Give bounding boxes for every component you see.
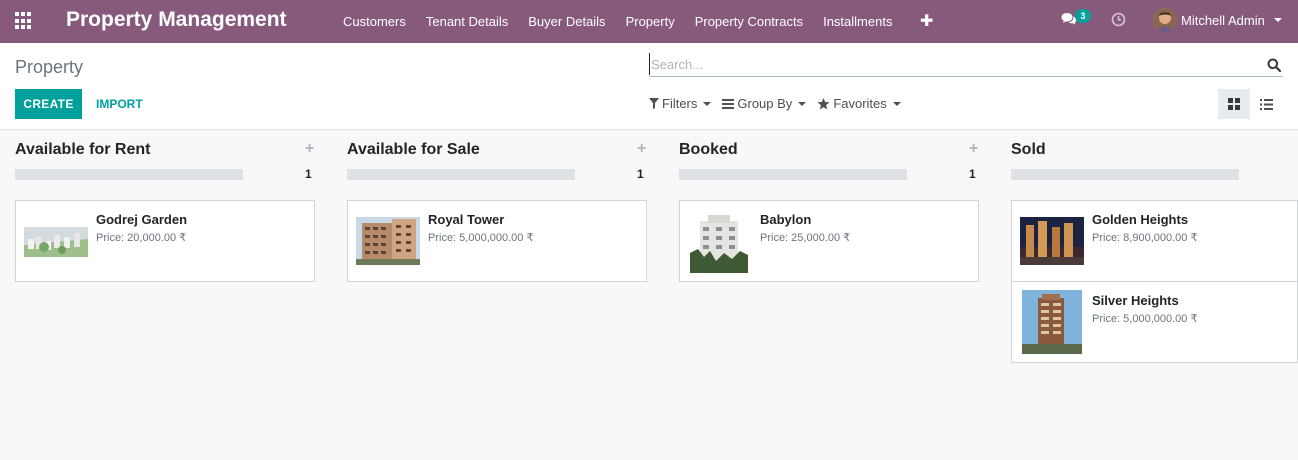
kanban-card[interactable]: Golden Heights Price: 8,900,000.00 ₹ xyxy=(1011,200,1298,282)
create-button[interactable]: CREATE xyxy=(15,89,82,119)
main-menu: Customers Tenant Details Buyer Details P… xyxy=(333,0,902,43)
user-menu-caret-icon[interactable] xyxy=(1274,18,1282,22)
kanban-card[interactable]: Royal Tower Price: 5,000,000.00 ₹ xyxy=(347,200,647,282)
property-thumbnail xyxy=(690,211,748,273)
column-title[interactable]: Available for Sale xyxy=(347,141,480,159)
filters-label: Filters xyxy=(662,96,698,111)
column-progress-bar xyxy=(15,169,243,180)
search-options: Filters Group By Favorites xyxy=(649,96,912,111)
kanban-card[interactable]: Silver Heights Price: 5,000,000.00 ₹ xyxy=(1011,281,1298,363)
user-avatar[interactable] xyxy=(1153,8,1177,32)
kanban-board: Available for Rent + 1 Godrej Garden Pri… xyxy=(0,130,1298,460)
message-count-badge: 3 xyxy=(1075,9,1091,23)
column-count: 1 xyxy=(305,167,312,181)
more-menu-plus-icon[interactable]: ✚ xyxy=(920,11,933,31)
group-by-dropdown[interactable]: Group By xyxy=(722,96,807,111)
menu-item-property[interactable]: Property xyxy=(616,14,685,29)
column-count: 1 xyxy=(969,167,976,181)
top-navbar: Property Management Customers Tenant Det… xyxy=(0,0,1298,43)
favorites-label: Favorites xyxy=(833,96,887,111)
column-count: 1 xyxy=(637,167,644,181)
list-view-button[interactable] xyxy=(1250,89,1282,119)
column-progress-bar xyxy=(347,169,575,180)
user-name[interactable]: Mitchell Admin xyxy=(1181,13,1265,28)
group-by-label: Group By xyxy=(737,96,793,111)
menu-item-customers[interactable]: Customers xyxy=(333,14,416,29)
control-panel: Property CREATE IMPORT Filters Group By … xyxy=(0,43,1298,130)
property-price: Price: 25,000.00 ₹ xyxy=(760,232,851,244)
property-name: Babylon xyxy=(760,212,812,227)
property-name: Godrej Garden xyxy=(96,212,188,227)
column-progress-bar xyxy=(679,169,907,180)
kanban-card[interactable]: Babylon Price: 25,000.00 ₹ xyxy=(679,200,979,282)
apps-menu-icon[interactable] xyxy=(15,12,33,30)
kanban-view-button[interactable] xyxy=(1218,89,1250,119)
property-name: Royal Tower xyxy=(428,212,505,227)
favorites-caret-icon xyxy=(892,101,901,106)
column-title[interactable]: Available for Rent xyxy=(15,141,150,159)
group-by-bars-icon xyxy=(722,98,735,109)
property-thumbnail xyxy=(1022,290,1082,354)
favorites-dropdown[interactable]: Favorites xyxy=(817,96,901,111)
property-name: Golden Heights xyxy=(1092,212,1189,227)
column-title[interactable]: Booked xyxy=(679,141,738,159)
kanban-grid-icon xyxy=(1228,98,1240,110)
column-title[interactable]: Sold xyxy=(1011,141,1046,159)
app-title[interactable]: Property Management xyxy=(66,8,287,32)
property-thumbnail xyxy=(24,217,88,265)
property-price: Price: 5,000,000.00 ₹ xyxy=(428,232,534,244)
group-by-caret-icon xyxy=(798,101,807,106)
property-price: Price: 20,000.00 ₹ xyxy=(96,232,187,244)
search-bar xyxy=(649,53,1283,77)
quick-create-plus-icon[interactable]: + xyxy=(969,140,978,158)
property-thumbnail xyxy=(1020,217,1084,265)
star-icon xyxy=(817,97,830,109)
menu-item-buyer-details[interactable]: Buyer Details xyxy=(518,14,615,29)
search-input[interactable] xyxy=(649,53,1249,75)
quick-create-plus-icon[interactable]: + xyxy=(305,140,314,158)
search-icon[interactable] xyxy=(1267,58,1281,72)
filter-icon xyxy=(649,98,659,109)
property-price: Price: 8,900,000.00 ₹ xyxy=(1092,232,1198,244)
property-price: Price: 5,000,000.00 ₹ xyxy=(1092,313,1198,325)
property-name: Silver Heights xyxy=(1092,293,1179,308)
activity-clock-icon[interactable] xyxy=(1111,12,1126,27)
property-thumbnail xyxy=(356,217,420,265)
kanban-card[interactable]: Godrej Garden Price: 20,000.00 ₹ xyxy=(15,200,315,282)
menu-item-installments[interactable]: Installments xyxy=(813,14,902,29)
quick-create-plus-icon[interactable]: + xyxy=(637,140,646,158)
import-button[interactable]: IMPORT xyxy=(88,89,151,119)
list-icon xyxy=(1259,98,1273,110)
menu-item-tenant-details[interactable]: Tenant Details xyxy=(416,14,518,29)
filters-caret-icon xyxy=(703,101,712,106)
column-progress-bar xyxy=(1011,169,1239,180)
breadcrumb: Property xyxy=(15,57,84,77)
menu-item-property-contracts[interactable]: Property Contracts xyxy=(685,14,813,29)
filters-dropdown[interactable]: Filters xyxy=(649,96,712,111)
